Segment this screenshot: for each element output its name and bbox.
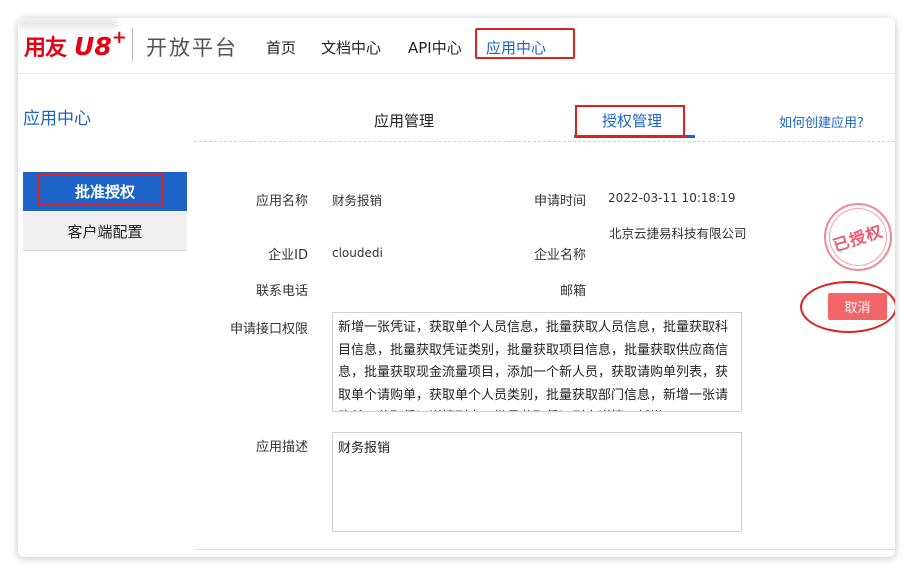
bottom-divider xyxy=(194,549,895,550)
app-description-textarea[interactable]: 财务报销 xyxy=(332,432,742,532)
enterprise-id-value: cloudedi xyxy=(332,246,383,260)
nav-api-center[interactable]: API中心 xyxy=(408,37,462,58)
enterprise-name-value: 北京云捷易科技有限公司 xyxy=(609,226,747,241)
api-scope-textarea[interactable]: 新增一张凭证，获取单个人员信息，批量获取人员信息，批量获取科目信息，批量获取凭证… xyxy=(332,312,742,412)
nav-home[interactable]: 首页 xyxy=(266,37,296,58)
logo-divider xyxy=(132,28,133,61)
tab-app-management[interactable]: 应用管理 xyxy=(374,110,434,131)
top-header: 用友 U8 + 开放平台 首页 文档中心 API中心 应用中心 xyxy=(18,18,895,74)
tab-auth-highlight xyxy=(575,105,685,138)
authorized-stamp: 已授权 xyxy=(824,203,892,271)
phone-label: 联系电话 xyxy=(255,284,308,299)
platform-title: 开放平台 xyxy=(146,36,238,60)
nav-app-center-highlight xyxy=(475,28,575,59)
app-description-label: 应用描述 xyxy=(255,440,308,455)
sidebar-item-client-config[interactable]: 客户端配置 xyxy=(23,212,187,251)
how-to-create-app-link[interactable]: 如何创建应用? xyxy=(779,112,864,131)
enterprise-name-label: 企业名称 xyxy=(533,248,586,263)
apply-time-label: 申请时间 xyxy=(533,194,586,209)
api-scope-label: 申请接口权限 xyxy=(229,322,308,337)
authorized-stamp-text: 已授权 xyxy=(831,221,886,256)
cancel-authorization-button[interactable]: 取消 xyxy=(828,293,887,320)
enterprise-id-label: 企业ID xyxy=(268,248,308,263)
app-name-label: 应用名称 xyxy=(255,194,308,209)
page-title: 应用中心 xyxy=(23,109,91,129)
logo-brand: 用友 xyxy=(24,36,67,61)
email-label: 邮箱 xyxy=(559,284,586,299)
yonyou-u8-logo[interactable]: 用友 U8 + xyxy=(24,26,127,64)
sidebar-approve-highlight xyxy=(37,174,164,206)
apply-time-value: 2022-03-11 10:18:19 xyxy=(608,191,736,205)
app-window: 用友 U8 + 开放平台 首页 文档中心 API中心 应用中心 应用中心 应用管… xyxy=(18,18,895,557)
logo-plus: + xyxy=(111,26,127,48)
app-name-value: 财务报销 xyxy=(332,193,383,208)
tab-divider xyxy=(194,141,895,142)
email-value-redacted xyxy=(18,18,118,29)
logo-product: U8 xyxy=(74,31,112,61)
nav-docs[interactable]: 文档中心 xyxy=(321,37,381,58)
